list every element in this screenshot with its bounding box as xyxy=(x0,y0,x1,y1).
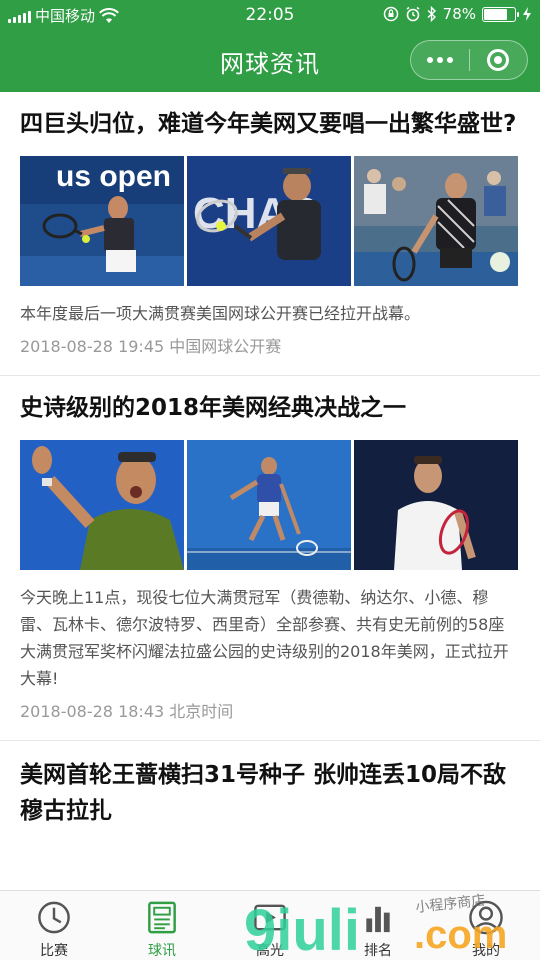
battery-icon xyxy=(482,6,519,22)
article-summary: 本年度最后一项大满贯赛美国网球公开赛已经拉开战幕。 xyxy=(20,304,421,323)
tab-match[interactable]: 比赛 xyxy=(0,891,108,960)
tab-label: 球讯 xyxy=(148,943,176,959)
battery-fill xyxy=(484,8,508,20)
close-target-icon xyxy=(487,49,510,71)
app-header: 网球资讯 xyxy=(0,30,540,92)
article-photo[interactable] xyxy=(354,156,518,286)
tab-label: 高光 xyxy=(256,943,284,959)
article-photo[interactable]: us open xyxy=(20,156,184,286)
article-date: 2018-08-28 18:43 xyxy=(20,702,165,721)
article-date: 2018-08-28 19:45 xyxy=(20,337,165,356)
article-source: 中国网球公开赛 xyxy=(169,337,282,356)
tab-news[interactable]: 球讯 xyxy=(108,891,216,960)
charging-icon xyxy=(523,7,531,21)
article-source: 北京时间 xyxy=(169,702,234,721)
rotation-lock-icon xyxy=(383,6,398,22)
article-title[interactable]: 四巨头归位，难道今年美网又要唱一出繁华盛世? xyxy=(20,106,520,142)
video-icon xyxy=(254,904,286,931)
status-bar: 中国移动 22:05 78% xyxy=(0,0,540,30)
article-meta: 2018-08-28 19:45 中国网球公开赛 xyxy=(20,333,520,357)
news-article[interactable]: 美网首轮王蔷横扫31号种子 张帅连丢10局不敌穆古拉扎 xyxy=(0,741,540,829)
article-photo[interactable]: CHAS xyxy=(187,156,351,286)
tab-label: 我的 xyxy=(472,943,500,959)
article-photo[interactable] xyxy=(354,440,518,570)
bluetooth-icon xyxy=(427,6,436,22)
news-article[interactable]: 四巨头归位，难道今年美网又要唱一出繁华盛世? us open CHAS 本年度最… xyxy=(0,92,540,376)
news-article[interactable]: 史诗级别的2018年美网经典决战之一 今天晚上11点，现役七位大满贯冠军（费德勒… xyxy=(0,376,540,741)
close-button[interactable] xyxy=(469,41,527,79)
bottom-tab-bar: 比赛 球讯 高光 排名 我的 xyxy=(0,890,540,960)
status-right: 78% xyxy=(383,5,532,23)
alarm-icon xyxy=(406,6,420,22)
article-title[interactable]: 美网首轮王蔷横扫31号种子 张帅连丢10局不敌穆古拉扎 xyxy=(20,757,520,829)
article-title[interactable]: 史诗级别的2018年美网经典决战之一 xyxy=(20,390,520,426)
news-icon xyxy=(148,901,176,934)
more-button[interactable] xyxy=(411,41,469,79)
user-icon xyxy=(469,900,503,935)
news-feed[interactable]: 四巨头归位，难道今年美网又要唱一出繁华盛世? us open CHAS 本年度最… xyxy=(0,92,540,890)
miniprogram-capsule xyxy=(410,40,528,80)
usopen-logo-text: us open xyxy=(56,160,171,193)
article-images: us open CHAS xyxy=(20,156,520,286)
article-meta: 2018-08-28 18:43 北京时间 xyxy=(20,698,520,722)
tab-highlights[interactable]: 高光 xyxy=(216,891,324,960)
tab-ranking[interactable]: 排名 xyxy=(324,891,432,960)
article-summary: 今天晚上11点，现役七位大满贯冠军（费德勒、纳达尔、小德、穆雷、瓦林卡、德尔波特… xyxy=(20,588,509,688)
tab-label: 比赛 xyxy=(40,943,68,959)
tab-label: 排名 xyxy=(364,943,392,959)
article-images xyxy=(20,440,520,570)
bar-chart-icon xyxy=(366,906,390,933)
tab-me[interactable]: 我的 xyxy=(432,891,540,960)
article-photo[interactable] xyxy=(20,440,184,570)
battery-percent: 78% xyxy=(442,5,476,23)
article-photo[interactable] xyxy=(187,440,351,570)
clock-icon xyxy=(38,901,70,934)
